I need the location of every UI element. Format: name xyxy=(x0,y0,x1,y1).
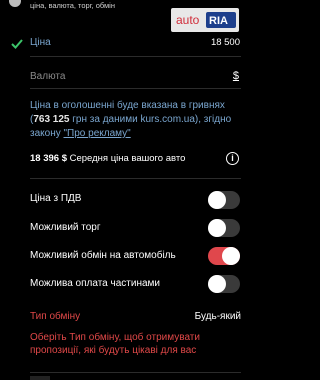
divider xyxy=(30,56,241,57)
currency-label: Валюта xyxy=(30,71,66,82)
check-icon xyxy=(11,39,23,49)
divider xyxy=(30,178,241,179)
section-tags: ціна, валюта, торг, обмін xyxy=(30,1,115,10)
installments-toggle[interactable] xyxy=(208,275,240,293)
law-link[interactable]: "Про рекламу" xyxy=(64,128,131,139)
price-note: Ціна в оголошенні буде вказана в гривнях… xyxy=(30,100,232,139)
option-vat-label: Ціна з ПДВ xyxy=(30,193,82,204)
option-exchange-label: Можливий обмін на автомобіль xyxy=(30,250,176,261)
exchange-type-select[interactable]: Будь-який xyxy=(195,311,241,322)
currency-select[interactable]: $ xyxy=(233,70,239,82)
average-price: 18 396 $ Середня ціна вашого авто xyxy=(30,153,185,164)
logo-text-ria: RIA xyxy=(209,15,228,27)
option-bargain-label: Можливий торг xyxy=(30,222,101,233)
autoria-logo: auto RIA xyxy=(171,8,239,32)
logo-text-auto: auto xyxy=(176,13,200,27)
exchange-type-label: Тип обміну xyxy=(30,311,81,322)
top-avatar-dot xyxy=(9,0,21,7)
note-line1: Ціна в оголошенні буде вказана в гривнях xyxy=(30,100,225,111)
exchange-hint: Оберіть Тип обміну, щоб отримувати пропо… xyxy=(30,332,200,356)
price-value[interactable]: 18 500 xyxy=(211,37,240,48)
divider xyxy=(30,372,241,373)
note-line3: закону xyxy=(30,128,61,139)
option-installments-label: Можлива оплата частинами xyxy=(30,278,160,289)
note-line2: грн за даними kurs.com.ua), згідно xyxy=(72,114,232,125)
vat-toggle[interactable] xyxy=(208,191,240,209)
note-amount: 763 125 xyxy=(33,114,70,125)
average-amount: 18 396 $ xyxy=(30,153,67,164)
exchange-toggle[interactable] xyxy=(208,247,240,265)
divider xyxy=(30,88,241,89)
bargain-toggle[interactable] xyxy=(208,219,240,237)
price-label: Ціна xyxy=(30,37,51,48)
average-label: Середня ціна вашого авто xyxy=(69,153,186,164)
next-row-fragment xyxy=(30,376,50,380)
info-icon[interactable]: i xyxy=(226,152,239,165)
